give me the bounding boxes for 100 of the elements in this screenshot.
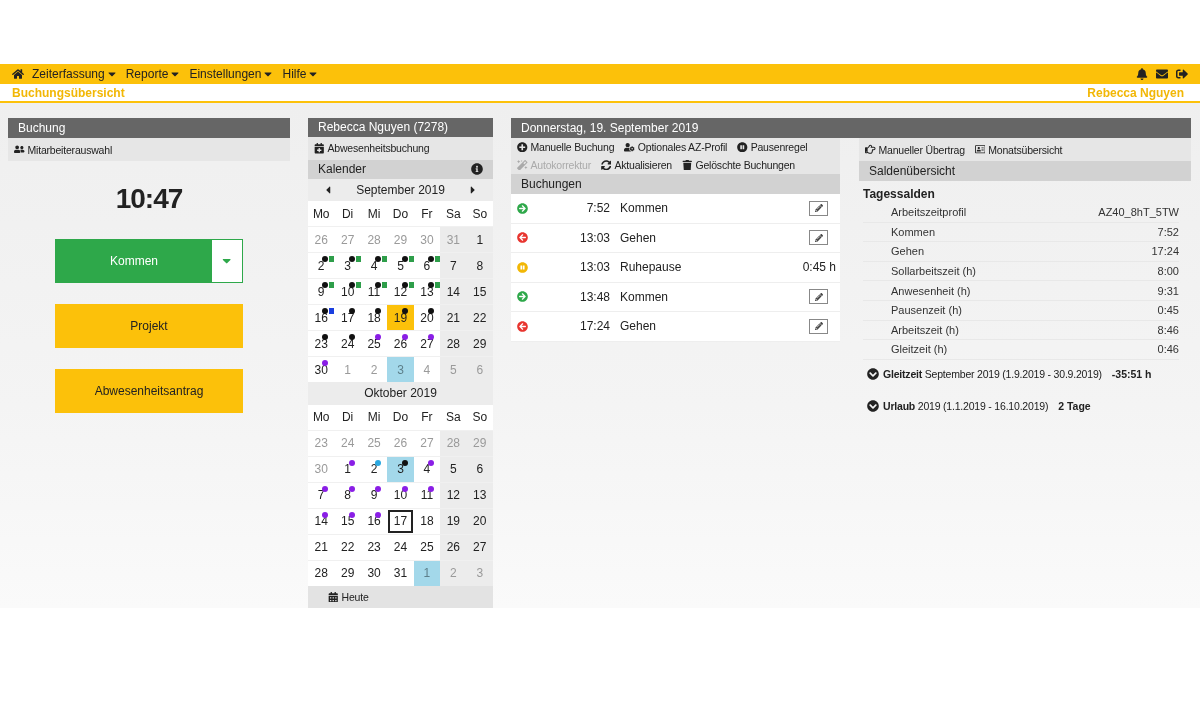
- calendar-day[interactable]: 12: [440, 482, 467, 508]
- calendar-day[interactable]: 24: [387, 534, 414, 560]
- toolbar-button[interactable]: Gelöschte Buchungen: [681, 159, 795, 171]
- calendar-day[interactable]: 30: [308, 357, 335, 382]
- toolbar-button[interactable]: Pausenregel: [737, 141, 808, 153]
- calendar-day[interactable]: 13: [413, 279, 441, 304]
- booking-type: Kommen: [619, 201, 670, 216]
- calendar-day[interactable]: 18: [413, 508, 441, 534]
- calendar-day[interactable]: 10: [334, 279, 361, 304]
- edit-button[interactable]: [809, 200, 828, 216]
- calendar-day[interactable]: 25: [360, 331, 388, 356]
- calendar-day[interactable]: 7: [440, 253, 467, 278]
- refresh-icon: [600, 159, 612, 171]
- employee-select-button[interactable]: Mitarbeiterauswahl: [14, 143, 113, 156]
- calendar-day[interactable]: 9: [308, 279, 335, 304]
- menu-link[interactable]: Reporte: [125, 67, 182, 81]
- calendar-day[interactable]: 14: [308, 508, 335, 534]
- trash-icon: [681, 159, 693, 171]
- calendar-day[interactable]: 4: [413, 456, 441, 482]
- calendar-day[interactable]: 25: [413, 534, 441, 560]
- calendar-day[interactable]: 27: [466, 534, 493, 560]
- calendar-day[interactable]: 13: [466, 482, 493, 508]
- weekday-label: Fr: [413, 201, 441, 226]
- info-icon[interactable]: [471, 163, 483, 176]
- summary-text: Urlaub 2019 (1.1.2019 - 16.10.2019): [883, 399, 1049, 412]
- calendar-day[interactable]: 8: [334, 482, 361, 508]
- menu-link[interactable]: Zeiterfassung: [32, 67, 118, 81]
- calendar-day[interactable]: 23: [360, 534, 388, 560]
- calendar-day[interactable]: 23: [308, 331, 335, 356]
- page-title: Buchungsübersicht: [12, 85, 125, 100]
- toolbar-button[interactable]: Aktualisieren: [600, 159, 672, 171]
- toolbar-button[interactable]: Manueller Übertrag: [865, 143, 965, 156]
- calendar-day[interactable]: 27: [413, 331, 441, 356]
- calendar-day[interactable]: 29: [334, 560, 361, 586]
- action-button[interactable]: Abwesenheitsantrag: [55, 369, 243, 413]
- calendar-day[interactable]: 9: [360, 482, 388, 508]
- calendar-day[interactable]: 15: [466, 279, 493, 304]
- weekday-label: Do: [387, 201, 414, 226]
- calendar-day[interactable]: 30: [360, 560, 388, 586]
- calendar-day[interactable]: 20: [466, 508, 493, 534]
- weekday-label: Sa: [440, 201, 467, 226]
- calendar-day[interactable]: 1: [334, 456, 361, 482]
- calendar-day[interactable]: 22: [466, 305, 493, 330]
- selected-calendar-day[interactable]: 19: [387, 305, 414, 330]
- calendar-day[interactable]: 14: [440, 279, 467, 304]
- calendar-day[interactable]: 31: [387, 560, 414, 586]
- calendar-day[interactable]: 17: [334, 305, 361, 330]
- calendar-day[interactable]: 22: [334, 534, 361, 560]
- balance-label: Pausenzeit (h): [891, 304, 962, 317]
- action-button[interactable]: Projekt: [55, 304, 243, 348]
- balance-label: Anwesenheit (h): [891, 284, 971, 297]
- calendar-day[interactable]: 24: [334, 331, 361, 356]
- balance-value: AZ40_8hT_5TW: [1098, 206, 1179, 219]
- toolbar-button[interactable]: Monatsübersicht: [974, 143, 1063, 156]
- today-button[interactable]: Heute: [328, 590, 369, 603]
- weekday-label: Mi: [360, 201, 388, 226]
- calendar-day[interactable]: 26: [440, 534, 467, 560]
- balance-value: 17:24: [1151, 245, 1179, 258]
- calendar-day[interactable]: 21: [440, 305, 467, 330]
- summary-text: Gleitzeit September 2019 (1.9.2019 - 30.9.2019): [883, 367, 1102, 380]
- calendar-day[interactable]: 12: [387, 279, 414, 304]
- calendar-day[interactable]: 19: [440, 508, 467, 534]
- menu-link[interactable]: Hilfe: [282, 67, 320, 81]
- clock-time: 10:47: [114, 183, 184, 215]
- calendar-day[interactable]: 18: [360, 305, 388, 330]
- calendar-day[interactable]: 26: [387, 331, 414, 356]
- calendar-day[interactable]: 2: [360, 456, 388, 482]
- balance-value: 8:00: [1157, 265, 1179, 278]
- balance-label: Arbeitszeit (h): [891, 323, 959, 336]
- booking-type: Gehen: [619, 319, 658, 334]
- calendar-day[interactable]: 29: [466, 331, 493, 356]
- calendar-day[interactable]: 2: [308, 253, 335, 278]
- calendar-day[interactable]: 6: [466, 456, 493, 482]
- today-calendar-day[interactable]: 17: [387, 508, 414, 534]
- calendar-day[interactable]: 1: [466, 227, 493, 252]
- mail-icon[interactable]: [1156, 68, 1168, 80]
- edit-button[interactable]: [809, 230, 828, 246]
- highlighted-calendar-day[interactable]: 3: [387, 456, 414, 482]
- home-icon[interactable]: [12, 68, 24, 80]
- toolbar-button[interactable]: Manuelle Buchung: [517, 141, 615, 153]
- calendar-day[interactable]: 20: [413, 305, 441, 330]
- bell-icon[interactable]: [1136, 68, 1148, 80]
- calendar-day[interactable]: 28: [308, 560, 335, 586]
- calendar-day[interactable]: 11: [360, 279, 388, 304]
- edit-button[interactable]: [809, 318, 828, 334]
- balance-value: 0:45: [1157, 304, 1179, 317]
- sign-out-icon[interactable]: [1176, 68, 1188, 80]
- calendar-day[interactable]: 6: [413, 253, 441, 278]
- calendar-day[interactable]: 5: [440, 456, 467, 482]
- edit-button[interactable]: [809, 289, 828, 305]
- calendar-day[interactable]: 3: [334, 253, 361, 278]
- calendar-day[interactable]: 16: [308, 305, 335, 330]
- calendar-day[interactable]: 5: [387, 253, 414, 278]
- calendar-day[interactable]: 8: [466, 253, 493, 278]
- calendar-day[interactable]: 4: [360, 253, 388, 278]
- calendar-day[interactable]: 21: [308, 534, 335, 560]
- calendar-day[interactable]: 28: [440, 331, 467, 356]
- balance-value: 8:46: [1157, 323, 1179, 336]
- toolbar-button[interactable]: Optionales AZ-Profil: [624, 141, 728, 153]
- menu-link[interactable]: Einstellungen: [189, 67, 275, 81]
